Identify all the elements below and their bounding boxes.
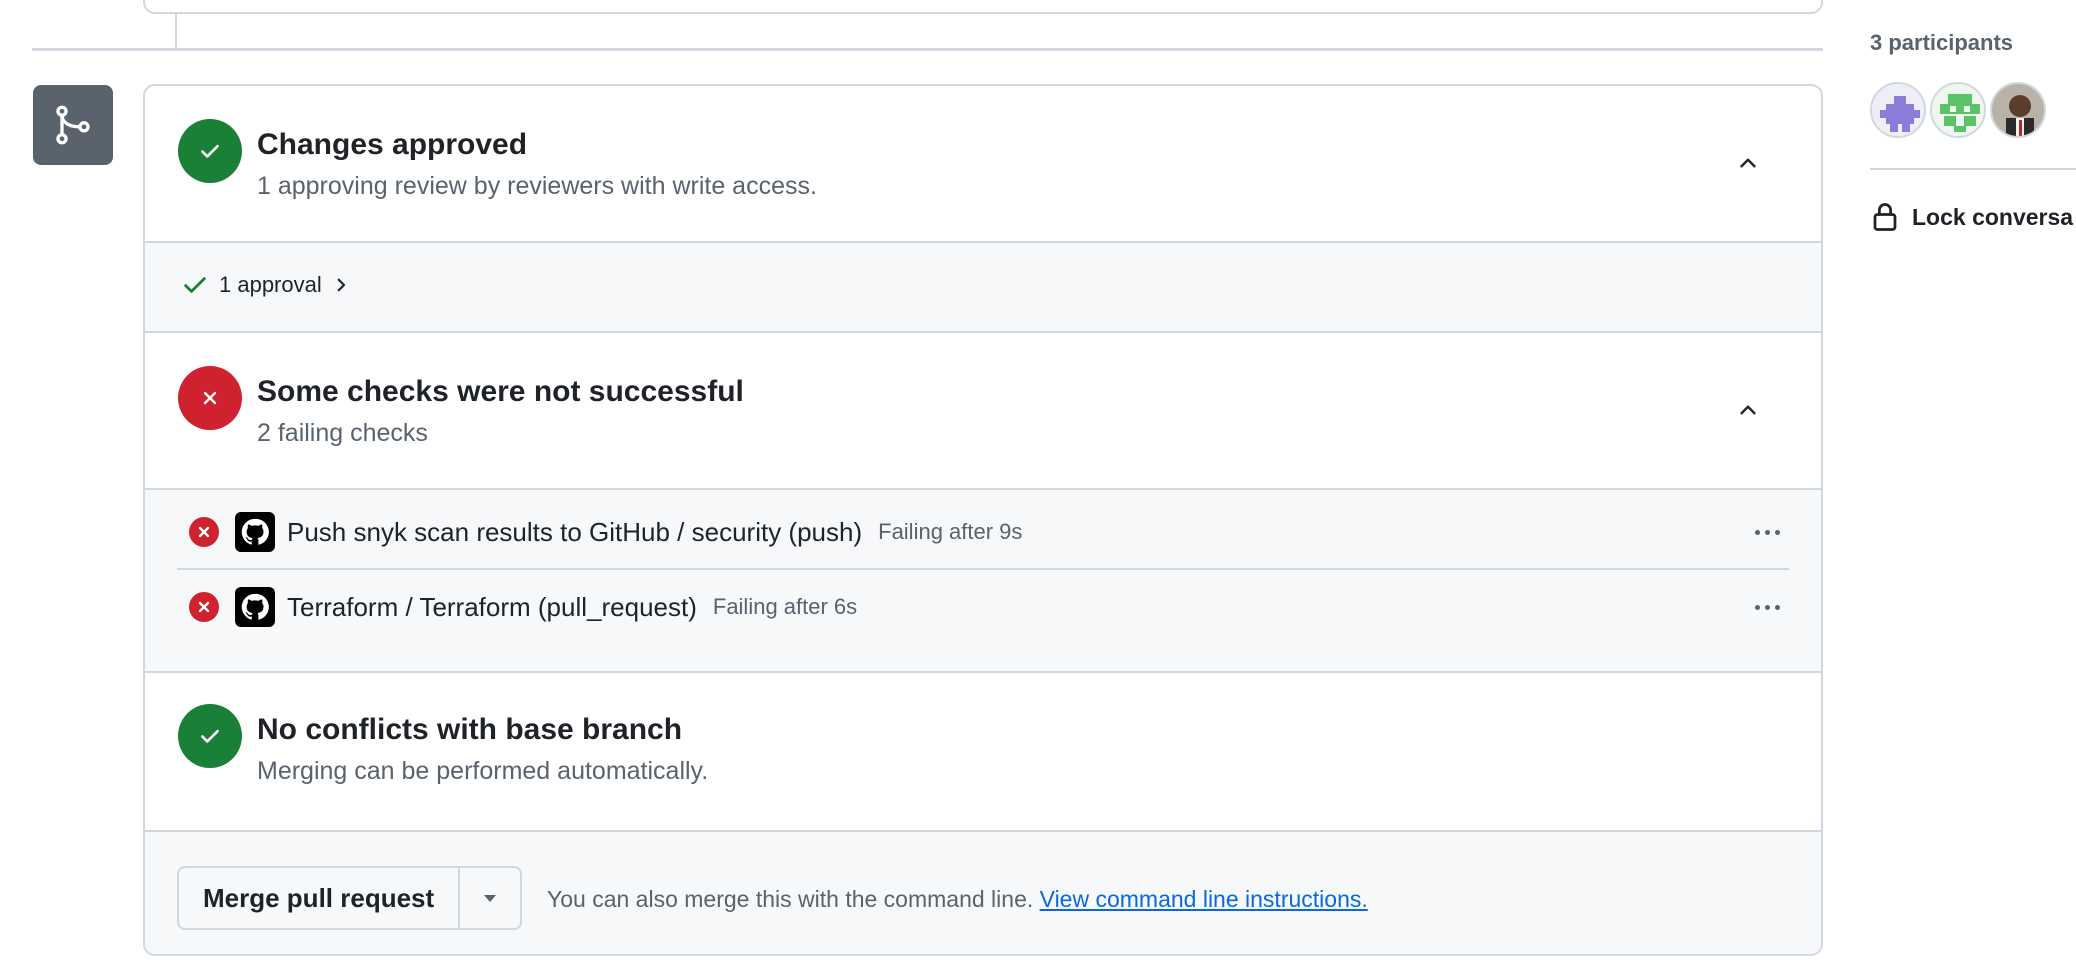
check-row[interactable]: Push snyk scan results to GitHub / secur… [177, 496, 1789, 570]
lock-conversation-button[interactable]: Lock conversa [1872, 202, 2073, 232]
merge-pull-request-button[interactable]: Merge pull request [179, 868, 461, 928]
merge-box: Changes approved 1 approving review by r… [143, 84, 1823, 956]
git-merge-icon [56, 105, 90, 145]
lock-conversation-label: Lock conversa [1912, 203, 2074, 230]
x-circle-icon [189, 592, 219, 622]
timeline-line [175, 14, 177, 48]
avatar[interactable] [1930, 82, 1986, 138]
check-circle-icon [178, 119, 242, 183]
check-name[interactable]: Push snyk scan results to GitHub / secur… [287, 517, 862, 548]
approvals-expand-link[interactable]: 1 approval [181, 271, 350, 299]
check-status: Failing after 6s [712, 594, 858, 619]
command-line-instructions-link[interactable]: View command line instructions. [1040, 886, 1368, 912]
merge-action-section: Merge pull request You can also merge th… [145, 832, 1821, 954]
conflicts-subtitle: Merging can be performed automatically. [257, 757, 709, 785]
chevron-right-icon [337, 278, 345, 292]
participants-avatars [1870, 82, 2046, 138]
checks-status-section: Some checks were not successful 2 failin… [145, 333, 1821, 490]
sidebar-divider [1870, 168, 2076, 170]
lock-icon [1873, 203, 1897, 231]
check-status: Failing after 9s [878, 519, 1023, 544]
check-icon [184, 277, 206, 293]
triangle-down-icon [484, 895, 497, 902]
conflicts-status-section: No conflicts with base branch Merging ca… [145, 673, 1821, 832]
sidebar: 3 participants Lock conversa [1868, 0, 2076, 974]
chevron-up-icon[interactable] [1733, 395, 1763, 425]
kebab-icon[interactable] [1747, 592, 1787, 622]
git-merge-badge [33, 85, 113, 165]
avatar[interactable] [1990, 82, 2046, 138]
approval-title: Changes approved [257, 128, 528, 161]
x-circle-icon [189, 517, 219, 547]
check-name[interactable]: Terraform / Terraform (pull_request) [287, 592, 697, 623]
conflicts-title: No conflicts with base branch [257, 713, 683, 746]
merge-button-group: Merge pull request [177, 866, 523, 930]
checks-subtitle: 2 failing checks [257, 419, 428, 447]
timeline-separator [32, 48, 1823, 51]
merge-method-dropdown[interactable] [460, 868, 520, 928]
previous-timeline-card [143, 0, 1823, 14]
approvals-row: 1 approval [145, 243, 1821, 333]
github-logo-icon [235, 587, 275, 627]
chevron-up-icon[interactable] [1733, 148, 1763, 178]
kebab-icon[interactable] [1747, 517, 1787, 547]
x-circle-icon [178, 366, 242, 430]
github-logo-icon [235, 512, 275, 552]
check-circle-icon [178, 704, 242, 768]
check-row[interactable]: Terraform / Terraform (pull_request) Fai… [177, 570, 1789, 644]
merge-cli-note: You can also merge this with the command… [547, 886, 1368, 913]
approval-status-section: Changes approved 1 approving review by r… [145, 86, 1821, 243]
participants-label: 3 participants [1870, 30, 2014, 55]
approvals-count-label: 1 approval [219, 272, 322, 297]
checks-list: Push snyk scan results to GitHub / secur… [145, 490, 1821, 673]
approval-subtitle: 1 approving review by reviewers with wri… [257, 172, 817, 200]
avatar[interactable] [1870, 82, 1926, 138]
merge-cli-note-text: You can also merge this with the command… [547, 886, 1034, 912]
checks-title: Some checks were not successful [257, 375, 744, 408]
